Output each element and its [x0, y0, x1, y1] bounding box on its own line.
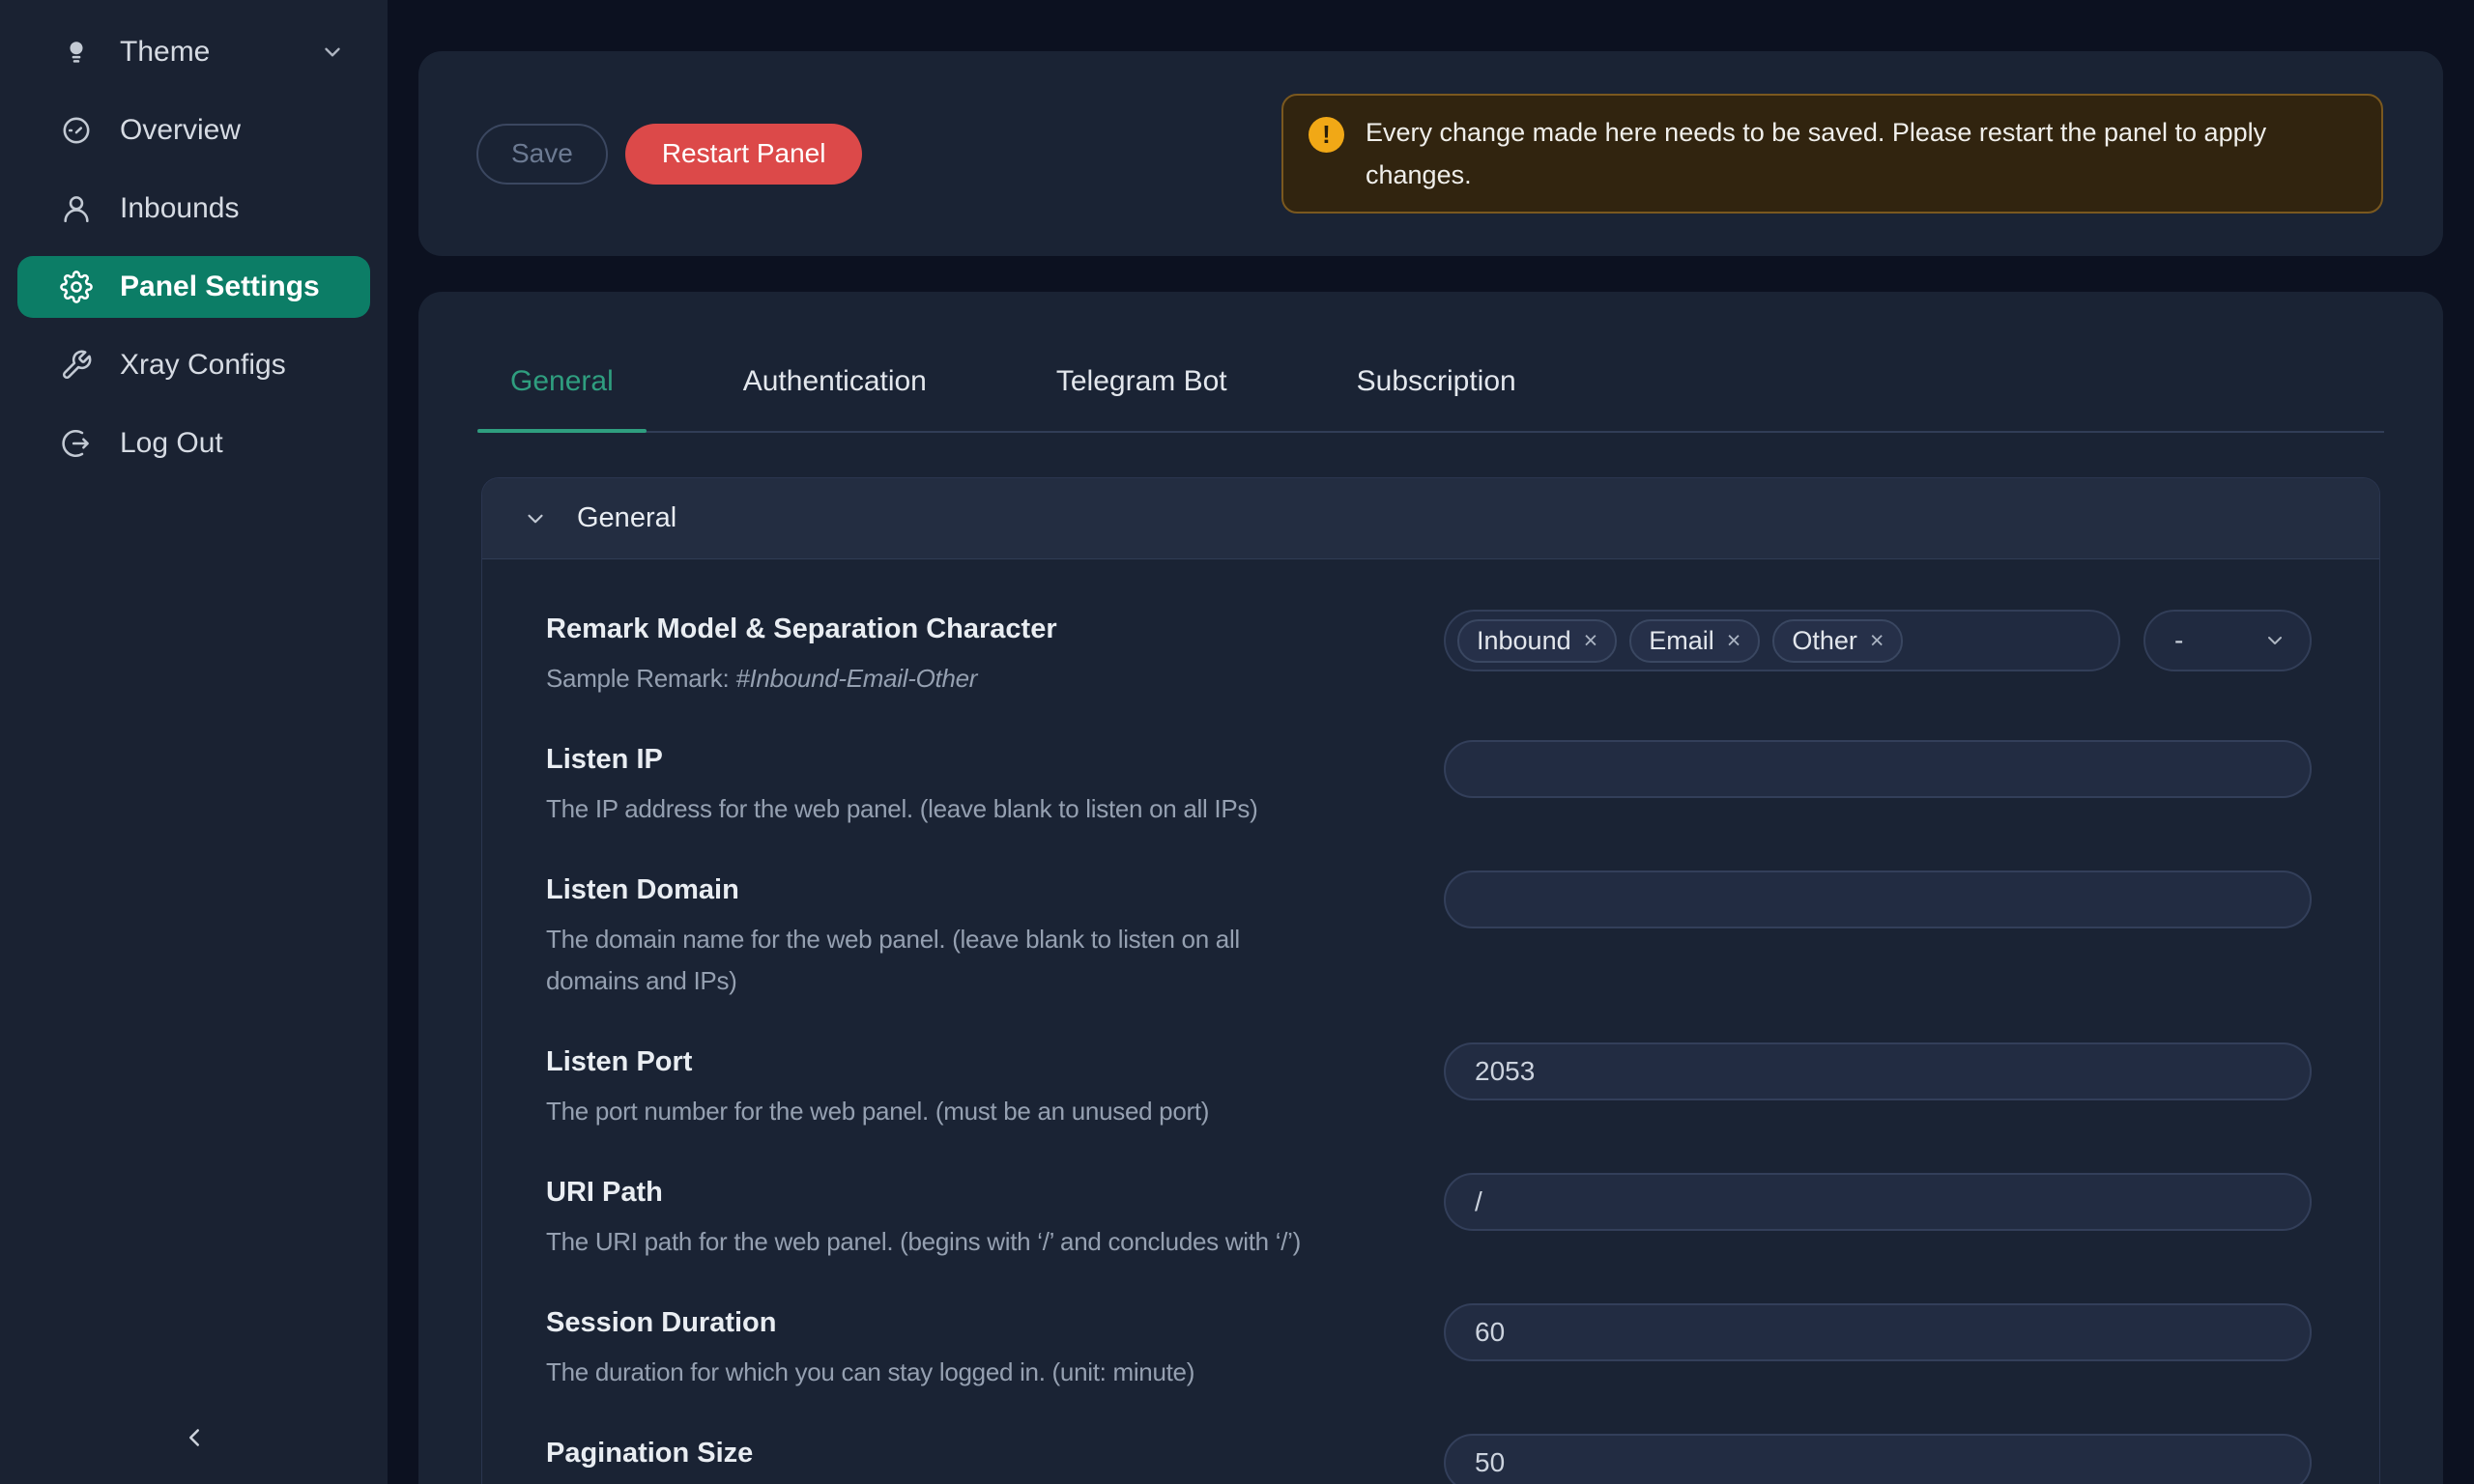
chevron-down-icon: [2263, 629, 2287, 652]
listen-ip-input[interactable]: [1444, 740, 2312, 798]
sidebar-item-overview[interactable]: Overview: [17, 100, 370, 161]
sidebar-item-panel-settings[interactable]: Panel Settings: [17, 256, 370, 318]
chevron-down-icon: [523, 506, 548, 531]
tag-inbound: Inbound ×: [1457, 619, 1617, 663]
remark-model-tags-input[interactable]: Inbound × Email × Other ×: [1444, 610, 2120, 671]
field-label: Listen IP: [546, 740, 1424, 779]
settings-card: General Authentication Telegram Bot Subs…: [418, 292, 2443, 1484]
sample-remark-prefix: Sample Remark:: [546, 664, 735, 693]
general-collapse-header[interactable]: General: [482, 478, 2379, 559]
lightbulb-icon: [60, 36, 93, 69]
tab-subscription[interactable]: Subscription: [1324, 365, 1549, 431]
field-label: Listen Domain: [546, 870, 1424, 909]
section-title: General: [577, 502, 676, 534]
field-label: Listen Port: [546, 1042, 1424, 1081]
sidebar-item-label: Log Out: [120, 427, 223, 460]
tag-email: Email ×: [1629, 619, 1760, 663]
form-row-remark-model: Remark Model & Separation Character Samp…: [546, 610, 2312, 699]
restart-warning-alert: ! Every change made here needs to be sav…: [1281, 94, 2383, 214]
wrench-icon: [60, 349, 93, 382]
tag-label: Other: [1792, 626, 1857, 656]
chevron-left-icon: [180, 1423, 209, 1457]
field-description: The duration for which you can stay logg…: [546, 1352, 1424, 1393]
sidebar-item-inbounds[interactable]: Inbounds: [17, 178, 370, 240]
gauge-icon: [60, 114, 93, 147]
uri-path-input[interactable]: [1444, 1173, 2312, 1231]
form-row-pagination-size: Pagination Size: [546, 1434, 2312, 1484]
form-row-session-duration: Session Duration The duration for which …: [546, 1303, 2312, 1393]
sidebar-item-label: Panel Settings: [120, 271, 320, 303]
field-label: Session Duration: [546, 1303, 1424, 1342]
sidebar-item-label: Inbounds: [120, 192, 239, 225]
tag-label: Email: [1649, 626, 1714, 656]
form-row-listen-ip: Listen IP The IP address for the web pan…: [546, 740, 2312, 830]
sidebar-collapse-button[interactable]: [173, 1420, 216, 1459]
form-row-uri-path: URI Path The URI path for the web panel.…: [546, 1173, 2312, 1263]
tab-authentication[interactable]: Authentication: [710, 365, 960, 431]
sidebar-item-theme[interactable]: Theme: [17, 21, 370, 83]
form-row-listen-port: Listen Port The port number for the web …: [546, 1042, 2312, 1132]
tag-label: Inbound: [1477, 626, 1571, 656]
tag-other: Other ×: [1772, 619, 1903, 663]
toolbar-card: Save Restart Panel ! Every change made h…: [418, 51, 2443, 256]
field-description: The domain name for the web panel. (leav…: [546, 919, 1424, 1002]
tab-general[interactable]: General: [477, 365, 647, 431]
general-form: Remark Model & Separation Character Samp…: [482, 559, 2379, 1484]
user-icon: [60, 192, 93, 225]
field-description: The URI path for the web panel. (begins …: [546, 1221, 1424, 1263]
settings-tabs: General Authentication Telegram Bot Subs…: [477, 365, 2384, 433]
listen-domain-input[interactable]: [1444, 870, 2312, 928]
remove-tag-icon[interactable]: ×: [1584, 629, 1598, 653]
form-row-listen-domain: Listen Domain The domain name for the we…: [546, 870, 2312, 1002]
separation-character-select[interactable]: -: [2143, 610, 2312, 671]
field-label: Remark Model & Separation Character: [546, 610, 1424, 648]
alert-message: Every change made here needs to be saved…: [1366, 111, 2266, 196]
remove-tag-icon[interactable]: ×: [1727, 629, 1741, 653]
logout-icon: [60, 427, 93, 460]
sample-remark-value: #Inbound-Email-Other: [735, 664, 977, 693]
sidebar-item-label: Theme: [120, 36, 210, 69]
sidebar-item-xray-configs[interactable]: Xray Configs: [17, 334, 370, 396]
general-collapse-panel: General Remark Model & Separation Charac…: [481, 477, 2380, 1484]
session-duration-input[interactable]: [1444, 1303, 2312, 1361]
field-description: Sample Remark: #Inbound-Email-Other: [546, 658, 1424, 699]
sidebar: Theme Overview Inbounds: [0, 0, 388, 1484]
restart-panel-button[interactable]: Restart Panel: [625, 124, 863, 185]
gear-icon: [60, 271, 93, 303]
sidebar-item-label: Overview: [120, 114, 241, 147]
field-description: The IP address for the web panel. (leave…: [546, 788, 1424, 830]
pagination-size-input[interactable]: [1444, 1434, 2312, 1484]
sidebar-item-label: Xray Configs: [120, 349, 286, 382]
select-value: -: [2174, 625, 2183, 656]
tab-telegram-bot[interactable]: Telegram Bot: [1023, 365, 1260, 431]
remove-tag-icon[interactable]: ×: [1870, 629, 1884, 653]
sidebar-item-log-out[interactable]: Log Out: [17, 413, 370, 474]
field-label: URI Path: [546, 1173, 1424, 1212]
field-description: The port number for the web panel. (must…: [546, 1091, 1424, 1132]
exclamation-circle-icon: !: [1309, 117, 1344, 153]
field-label: Pagination Size: [546, 1434, 1424, 1472]
listen-port-input[interactable]: [1444, 1042, 2312, 1100]
chevron-down-icon: [320, 40, 345, 65]
save-button[interactable]: Save: [476, 124, 608, 185]
